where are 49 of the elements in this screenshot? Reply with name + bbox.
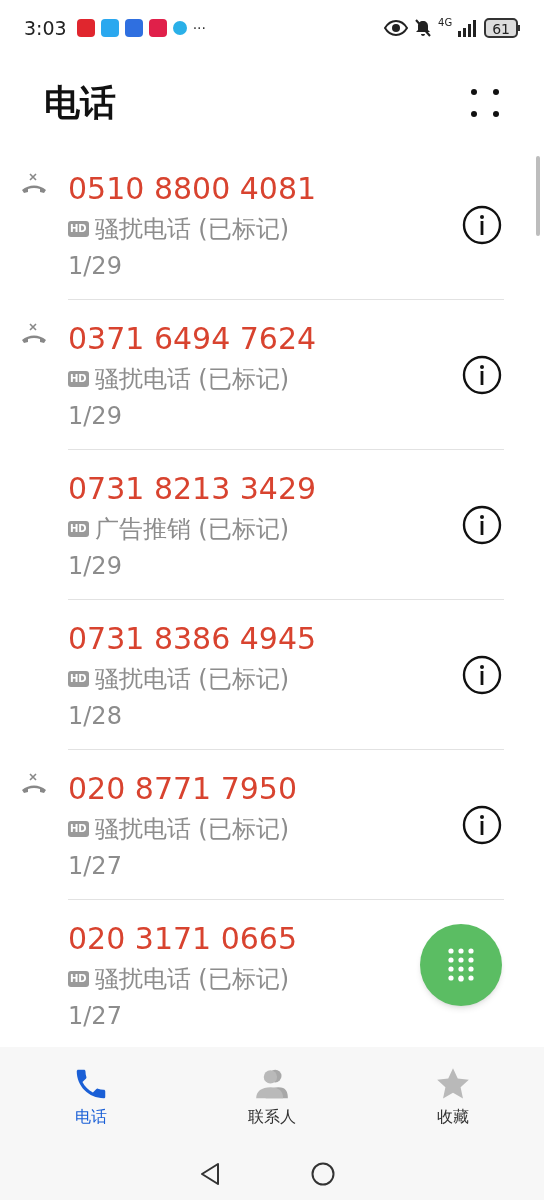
hd-badge: HD <box>68 220 89 237</box>
call-label: 骚扰电话 (已标记) <box>94 363 290 395</box>
phone-number[interactable]: 0371 6494 7624 <box>68 318 462 359</box>
app-notification-icon <box>172 21 187 35</box>
battery-indicator: 61 <box>484 18 518 38</box>
info-icon[interactable] <box>462 654 502 695</box>
call-date: 1/27 <box>68 850 123 882</box>
hd-badge: HD <box>68 820 89 837</box>
info-icon[interactable] <box>462 204 502 245</box>
dialpad-icon <box>448 948 474 982</box>
more-notifications: ··· <box>192 18 207 38</box>
call-date: 1/27 <box>68 1000 123 1032</box>
muted-bell-icon <box>414 19 433 37</box>
call-date: 1/29 <box>68 550 123 582</box>
phone-number[interactable]: 020 8771 7950 <box>68 768 462 809</box>
call-date: 1/29 <box>68 400 123 432</box>
back-icon[interactable] <box>199 1161 221 1186</box>
home-icon[interactable] <box>311 1161 335 1186</box>
phone-number[interactable]: 0731 8213 3429 <box>68 468 462 509</box>
call-label: 骚扰电话 (已标记) <box>94 213 290 245</box>
call-date: 1/28 <box>68 700 123 732</box>
info-icon[interactable] <box>462 354 502 395</box>
hd-badge: HD <box>68 370 89 387</box>
page-title: 电话 <box>44 81 116 125</box>
hd-badge: HD <box>68 970 89 987</box>
call-label: 广告推销 (已标记) <box>94 513 290 545</box>
info-icon[interactable] <box>462 804 502 845</box>
status-time: 3:03 <box>24 15 67 41</box>
nav-tab[interactable]: 联系人 <box>181 1065 363 1129</box>
nav-tab[interactable]: 电话 <box>0 1065 182 1129</box>
phone-number[interactable]: 0510 8800 4081 <box>68 168 462 209</box>
app-notification-icon <box>124 19 143 37</box>
hd-badge: HD <box>68 520 89 537</box>
call-label: 骚扰电话 (已标记) <box>94 663 290 695</box>
signal-icon <box>458 19 479 37</box>
info-icon[interactable] <box>462 504 502 545</box>
app-notification-icon <box>76 19 95 37</box>
call-label: 骚扰电话 (已标记) <box>94 813 290 845</box>
call-date: 1/29 <box>68 250 123 282</box>
call-label: 骚扰电话 (已标记) <box>94 963 290 995</box>
message-notification-icon <box>100 19 119 37</box>
eye-icon <box>384 20 409 36</box>
phone-number[interactable]: 0731 8386 4945 <box>68 618 462 659</box>
app-notification-icon <box>148 19 167 37</box>
network-type: 4G <box>438 18 453 28</box>
more-options-icon[interactable] <box>470 88 500 118</box>
phone-number[interactable]: 020 3171 0665 <box>68 918 504 959</box>
hd-badge: HD <box>68 670 89 687</box>
nav-tab[interactable]: 收藏 <box>362 1065 544 1129</box>
